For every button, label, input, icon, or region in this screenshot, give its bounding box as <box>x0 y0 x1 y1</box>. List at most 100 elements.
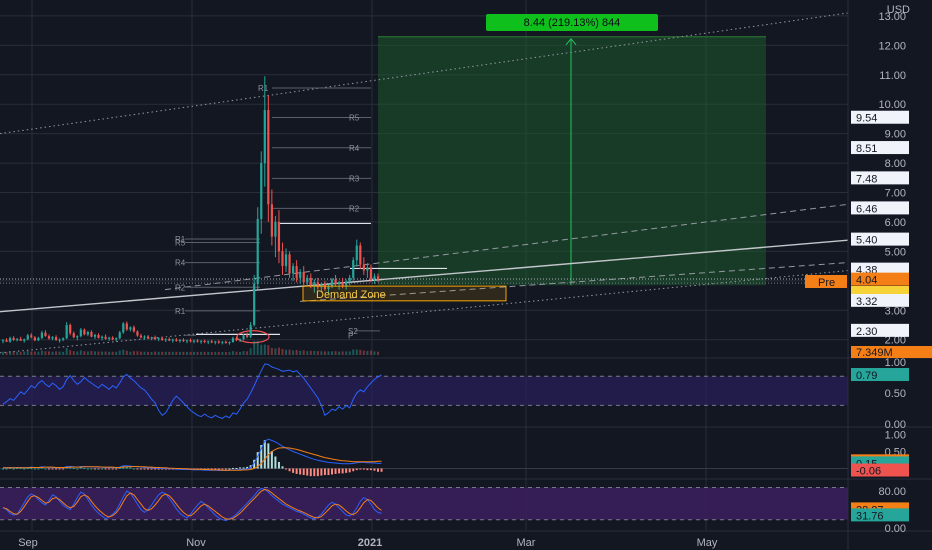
candle-body <box>270 204 273 237</box>
candle-body <box>79 329 82 337</box>
candle-body <box>281 251 284 267</box>
price-tick-label: 7.00 <box>885 188 906 200</box>
volume-bar <box>214 351 217 355</box>
candle-body <box>12 337 15 340</box>
price-label: 5.40 <box>856 235 877 247</box>
pivot-label: R5 <box>175 239 186 248</box>
trading-chart[interactable]: R1R5R4R3R2R1R5R4R2R1S2P Demand Zone 2.00… <box>0 0 932 550</box>
demand-zone-label: Demand Zone <box>316 289 386 301</box>
oscillator-tick-label: 0.50 <box>885 388 906 400</box>
volume-bar <box>267 345 270 355</box>
volume-bar <box>12 351 15 355</box>
candle-body <box>376 276 380 280</box>
candle-body <box>355 245 358 261</box>
volume-bar <box>200 351 203 355</box>
volume-bar <box>221 351 224 355</box>
volume-bar <box>242 351 245 355</box>
volume-bar <box>369 350 372 355</box>
macd-histogram-bar <box>345 468 348 473</box>
macd-histogram-bar <box>277 461 280 469</box>
volume-bar <box>253 341 256 355</box>
candle-body <box>93 334 97 337</box>
volume-bar <box>246 351 249 355</box>
candle-body <box>30 335 33 338</box>
price-label: 2.30 <box>856 326 877 338</box>
candle-body <box>118 332 121 339</box>
candle-body <box>104 336 107 339</box>
projection-area[interactable] <box>378 36 766 286</box>
candle-body <box>40 332 44 338</box>
volume-bar <box>338 351 341 355</box>
macd-histogram-bar <box>90 468 93 470</box>
volume-bar <box>260 344 263 355</box>
candle-body <box>161 338 164 340</box>
macd-histogram-bar <box>143 468 146 470</box>
volume-bar <box>111 351 114 355</box>
oscillator-value-tag: 0.79 <box>856 370 877 382</box>
candle-body <box>125 323 128 330</box>
candle-body <box>228 342 231 344</box>
price-tick-label: 10.00 <box>878 99 906 111</box>
candle-body <box>150 337 153 339</box>
long-position-projection[interactable] <box>378 36 766 286</box>
volume-bar <box>136 351 139 355</box>
time-tick-label: Nov <box>186 537 206 549</box>
volume-bar <box>182 351 185 355</box>
candle-body <box>210 341 213 343</box>
candle-body <box>366 267 369 271</box>
volume-bar <box>373 351 376 355</box>
macd-histogram-bar <box>108 468 111 470</box>
candle-body <box>373 276 376 280</box>
macd-histogram-bar <box>341 468 344 474</box>
price-label-orange: 4.04 <box>856 275 877 287</box>
volume-bar <box>33 351 36 355</box>
price-label: 9.54 <box>856 113 877 125</box>
candle-body <box>171 339 174 341</box>
volume-bar <box>139 351 142 355</box>
macd-histogram-bar <box>377 468 379 472</box>
candle-body <box>345 281 348 287</box>
price-label: 6.46 <box>856 203 877 215</box>
candle-body <box>16 339 19 341</box>
pivot-label: R1 <box>175 307 186 316</box>
candle-body <box>58 339 61 341</box>
pivot-label: R2 <box>349 204 360 213</box>
candle-body <box>369 267 373 280</box>
candle-body <box>100 336 104 338</box>
macd-histogram-bar <box>285 468 288 470</box>
volume-bar <box>150 351 153 355</box>
macd-histogram-bar <box>58 468 61 470</box>
volume-bar <box>309 350 312 355</box>
volume-bar <box>2 351 4 355</box>
candle-body <box>309 277 312 286</box>
demand-axis-marker <box>851 286 909 295</box>
volume-bar <box>16 351 19 355</box>
volume-bar <box>143 351 146 355</box>
pivot-label: R3 <box>349 174 360 183</box>
macd-histogram-bar <box>224 468 227 470</box>
candle-body <box>44 332 47 337</box>
volume-bar <box>118 350 121 355</box>
macd-histogram-bar <box>380 468 383 472</box>
candle-body <box>203 340 206 343</box>
volume-bar <box>171 351 174 355</box>
volume-bar <box>299 350 302 355</box>
volume-bar <box>217 351 220 355</box>
macd-histogram-bar <box>323 468 326 476</box>
price-label: 3.32 <box>856 296 877 308</box>
price-label: 8.51 <box>856 143 877 155</box>
volume-bar <box>161 351 164 355</box>
macd-histogram-bar <box>30 467 33 469</box>
volume-bar <box>76 351 79 355</box>
currency-label[interactable]: USD <box>887 4 910 16</box>
volume-bar <box>9 351 12 355</box>
candle-body <box>288 254 291 274</box>
volume-bar <box>175 351 178 355</box>
price-tick-label: 3.00 <box>885 305 906 317</box>
candle-body <box>178 339 181 341</box>
pivot-label: R4 <box>175 259 186 268</box>
price-tick-label: 9.00 <box>885 129 906 141</box>
macd-histogram-bar <box>129 467 132 469</box>
macd-histogram-bar <box>242 467 245 469</box>
demand-zone[interactable]: Demand Zone <box>302 285 507 302</box>
